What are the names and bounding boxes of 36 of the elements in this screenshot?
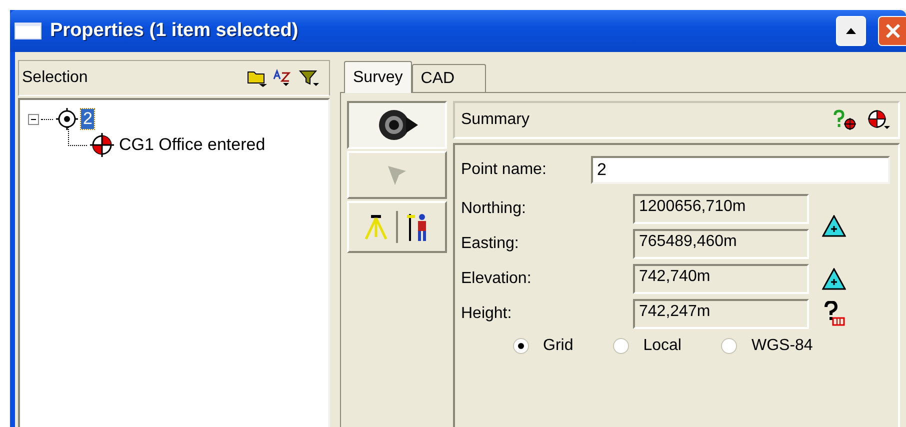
caret-up-icon xyxy=(845,27,857,35)
crosshair-icon xyxy=(89,132,115,158)
field-label: Height: xyxy=(461,304,513,322)
help-point-icon[interactable] xyxy=(832,109,858,131)
value-field: 1200656,710m xyxy=(633,194,809,224)
close-icon xyxy=(884,23,900,39)
field-label: Elevation: xyxy=(461,270,532,288)
tab[interactable]: Survey xyxy=(344,61,412,93)
field-label: Point name: xyxy=(461,161,548,179)
value-field: 765489,460m xyxy=(633,228,809,258)
filter-icon[interactable] xyxy=(299,69,321,87)
triangle-icon[interactable] xyxy=(822,215,846,237)
tab[interactable]: CAD xyxy=(412,64,486,92)
folder-icon[interactable] xyxy=(247,69,269,87)
selection-title: Selection xyxy=(22,69,88,87)
coordinate-radio[interactable]: WGS-84 xyxy=(721,337,813,355)
coordinate-radio[interactable]: Local xyxy=(613,337,682,355)
coordinate-radio[interactable]: Grid xyxy=(513,337,574,355)
collapse-toggle[interactable] xyxy=(28,114,39,124)
point-name-field[interactable]: 2 xyxy=(591,156,890,184)
question-icon[interactable] xyxy=(822,300,846,326)
close-button[interactable] xyxy=(878,16,906,46)
summary-title: Summary xyxy=(461,111,530,129)
field-label: Easting: xyxy=(461,234,520,252)
flag-button[interactable] xyxy=(347,151,447,199)
instrument-button[interactable] xyxy=(347,101,447,149)
collapse-button[interactable] xyxy=(836,16,866,46)
tree-item[interactable]: CG1 Office entered xyxy=(117,135,268,155)
crosshair-menu-icon[interactable] xyxy=(866,109,892,131)
value-field: 742,247m xyxy=(633,298,809,328)
field-label: Northing: xyxy=(461,200,527,218)
window-icon xyxy=(14,22,42,40)
tree-item[interactable]: 2 xyxy=(81,109,94,129)
window-title: Properties (1 item selected) xyxy=(50,20,298,42)
value-field: 742,740m xyxy=(633,264,809,294)
triangle-icon[interactable] xyxy=(822,268,846,290)
